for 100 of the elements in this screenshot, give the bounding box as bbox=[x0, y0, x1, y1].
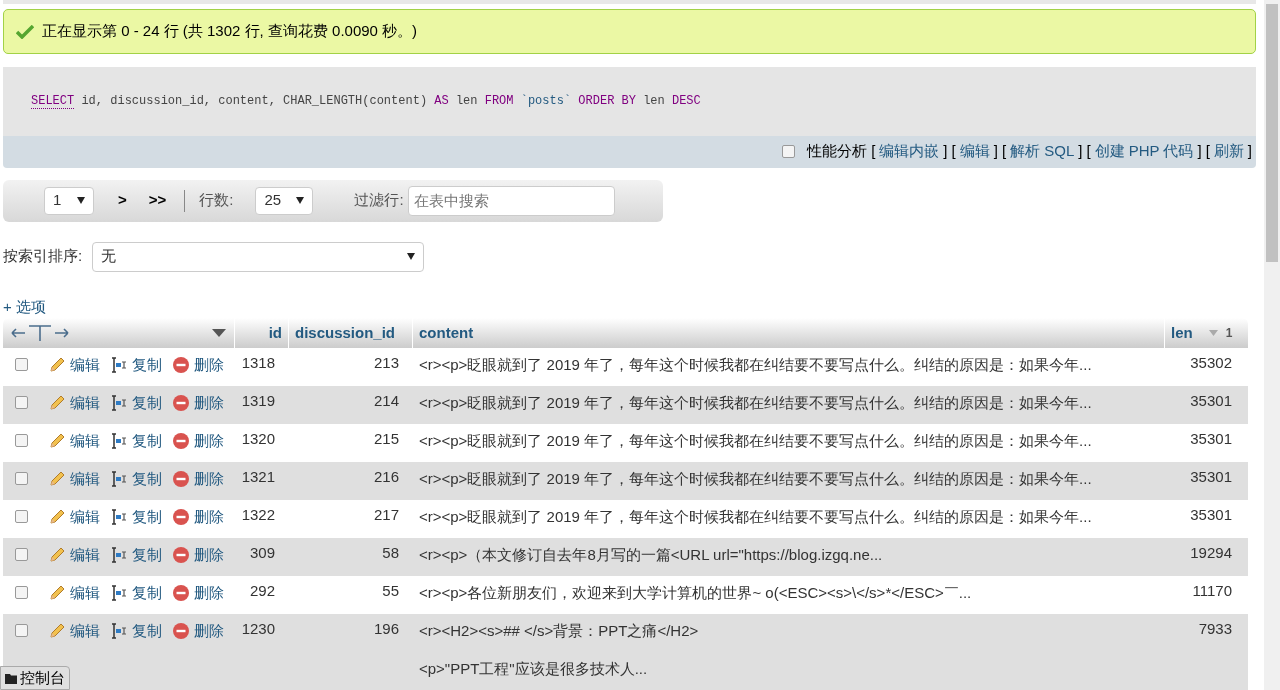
query-link[interactable]: 编辑 bbox=[959, 140, 990, 163]
checkbox[interactable] bbox=[15, 472, 28, 485]
next-page-button[interactable]: > bbox=[118, 189, 127, 212]
console-button[interactable]: 控制台 bbox=[0, 666, 70, 690]
check-icon bbox=[16, 24, 34, 39]
rows-label: 行数: bbox=[199, 190, 234, 211]
table-cell: 7933 bbox=[1198, 620, 1232, 637]
checkbox[interactable] bbox=[15, 358, 28, 371]
copy-link[interactable]: 复制 bbox=[110, 582, 162, 605]
table-cell-text: <r><H2><s>## </s>背景：PPT之痛</H2> bbox=[419, 621, 700, 640]
query-link[interactable]: 解析 SQL bbox=[1010, 140, 1075, 163]
table-cell: 213 bbox=[373, 354, 399, 371]
bracket: ] bbox=[1247, 141, 1252, 162]
checkbox[interactable] bbox=[15, 396, 28, 409]
pencil-icon bbox=[48, 356, 66, 375]
table-cell: 292 bbox=[249, 582, 275, 599]
dropdown-caret-icon[interactable] bbox=[212, 329, 226, 337]
delete-icon bbox=[172, 432, 190, 451]
table-cell: 35301 bbox=[1190, 392, 1232, 409]
column-header[interactable]: discussion_id bbox=[289, 318, 413, 348]
table-cell: 19294 bbox=[1190, 544, 1232, 561]
checkbox[interactable] bbox=[15, 586, 28, 599]
copy-icon bbox=[110, 546, 128, 565]
checkbox[interactable] bbox=[15, 624, 28, 637]
delete-link[interactable]: 删除 bbox=[172, 392, 224, 415]
delete-link[interactable]: 删除 bbox=[172, 582, 224, 605]
table-cell: 1321 bbox=[241, 468, 275, 485]
column-header[interactable]: len bbox=[1171, 321, 1193, 345]
delete-link[interactable]: 删除 bbox=[172, 354, 224, 377]
last-page-button[interactable]: >> bbox=[148, 189, 167, 212]
sort-by-key-label: 按索引排序: bbox=[3, 246, 83, 267]
bracket: ] bbox=[943, 141, 948, 162]
table-cell: 1230 bbox=[241, 620, 275, 637]
edit-link[interactable]: 编辑 bbox=[48, 468, 100, 491]
copy-link[interactable]: 复制 bbox=[110, 544, 162, 567]
checkbox[interactable] bbox=[15, 548, 28, 561]
filter-input[interactable]: 在表中搜索 bbox=[407, 185, 615, 216]
pencil-icon bbox=[48, 622, 66, 641]
copy-icon bbox=[110, 470, 128, 489]
scrollbar[interactable] bbox=[1264, 0, 1280, 690]
delete-link[interactable]: 删除 bbox=[172, 544, 224, 567]
bracket: [ bbox=[1001, 141, 1007, 162]
copy-link[interactable]: 复制 bbox=[110, 392, 162, 415]
table-cell: 55 bbox=[382, 582, 399, 599]
copy-icon bbox=[110, 356, 128, 375]
edit-link[interactable]: 编辑 bbox=[48, 354, 100, 377]
table-cell-text: <r><p>眨眼就到了 2019 年了，每年这个时候我都在纠结要不要写点什么。纠结的原因是：如果今年... bbox=[419, 507, 1093, 526]
edit-link[interactable]: 编辑 bbox=[48, 544, 100, 567]
delete-icon bbox=[172, 546, 190, 565]
checkbox[interactable] bbox=[782, 145, 796, 159]
table-cell-text: <r><p>眨眼就到了 2019 年了，每年这个时候我都在纠结要不要写点什么。纠结的原因是：如果今年... bbox=[419, 393, 1093, 412]
query-link[interactable]: 刷新 bbox=[1213, 140, 1244, 163]
table-cell: 1319 bbox=[241, 392, 275, 409]
edit-link[interactable]: 编辑 bbox=[48, 392, 100, 415]
delete-link[interactable]: 删除 bbox=[172, 430, 224, 453]
table-cell-text: <r><p>（本文修订自去年8月写的一篇<URL url="https://blog.izgq.ne... bbox=[419, 545, 884, 564]
table-cell-text: <r><p>眨眼就到了 2019 年了，每年这个时候我都在纠结要不要写点什么。纠结的原因是：如果今年... bbox=[419, 355, 1093, 374]
copy-link[interactable]: 复制 bbox=[110, 506, 162, 529]
edit-link[interactable]: 编辑 bbox=[48, 506, 100, 529]
copy-icon bbox=[110, 584, 128, 603]
page-select[interactable]: 1 bbox=[44, 186, 94, 215]
filter-label: 过滤行: bbox=[354, 190, 404, 211]
pencil-icon bbox=[48, 470, 66, 489]
query-link[interactable]: 编辑内嵌 bbox=[879, 140, 940, 163]
edit-link[interactable]: 编辑 bbox=[48, 582, 100, 605]
success-message: 正在显示第 0 - 24 行 (共 1302 行, 查询花费 0.0090 秒。) bbox=[42, 21, 418, 42]
options-link[interactable]: + 选项 bbox=[3, 295, 46, 318]
delete-link[interactable]: 删除 bbox=[172, 468, 224, 491]
table-cell: 1322 bbox=[241, 506, 275, 523]
sort-by-key-select[interactable]: 无 bbox=[92, 241, 425, 272]
table-cell: 217 bbox=[373, 506, 399, 523]
delete-link[interactable]: 删除 bbox=[172, 620, 224, 643]
copy-link[interactable]: 复制 bbox=[110, 468, 162, 491]
bracket: [ bbox=[1086, 141, 1091, 162]
table-cell: 214 bbox=[373, 392, 399, 409]
edit-link[interactable]: 编辑 bbox=[48, 620, 100, 643]
table-cell: 11170 bbox=[1192, 582, 1232, 599]
bracket: ] bbox=[1078, 141, 1083, 162]
delete-icon bbox=[172, 394, 190, 413]
checkbox[interactable] bbox=[15, 434, 28, 447]
copy-icon bbox=[110, 394, 128, 413]
query-link[interactable]: 创建 PHP 代码 bbox=[1094, 140, 1194, 163]
delete-icon bbox=[172, 622, 190, 641]
table-cell: 1318 bbox=[241, 354, 275, 371]
copy-link[interactable]: 复制 bbox=[110, 354, 162, 377]
copy-link[interactable]: 复制 bbox=[110, 620, 162, 643]
rows-select[interactable]: 25 bbox=[255, 186, 314, 215]
table-cell: 216 bbox=[373, 468, 399, 485]
copy-icon bbox=[110, 432, 128, 451]
checkbox[interactable] bbox=[15, 510, 28, 523]
sql-query: SELECT id, discussion_id, content, CHAR_LENGTH(content) AS len FROM `posts` ORDER BY len DESC bbox=[31, 93, 701, 111]
copy-icon bbox=[110, 508, 128, 527]
column-header[interactable]: content bbox=[413, 318, 1165, 348]
table-cell: 1320 bbox=[241, 430, 275, 447]
copy-icon bbox=[110, 622, 128, 641]
edit-link[interactable]: 编辑 bbox=[48, 430, 100, 453]
delete-link[interactable]: 删除 bbox=[172, 506, 224, 529]
column-resize-icon[interactable] bbox=[11, 324, 69, 342]
copy-link[interactable]: 复制 bbox=[110, 430, 162, 453]
column-header[interactable]: id bbox=[235, 318, 289, 348]
